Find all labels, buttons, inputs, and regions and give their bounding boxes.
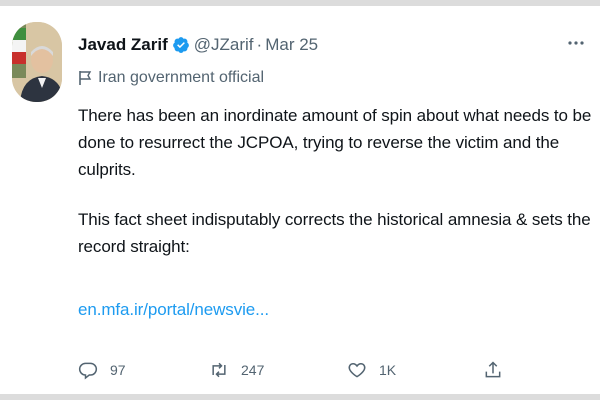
reply-icon xyxy=(78,362,98,380)
account-label[interactable]: Iran government official xyxy=(78,69,264,87)
government-flag-icon xyxy=(78,70,92,86)
retweet-icon xyxy=(212,362,226,378)
like-count: 1K xyxy=(379,362,397,378)
author-name[interactable]: Javad Zarif xyxy=(78,35,168,55)
avatar-image xyxy=(12,22,62,102)
tweet-actions: 97 247 1K xyxy=(78,360,508,386)
separator-dot: · xyxy=(256,35,263,54)
tweet-date[interactable]: Mar 25 xyxy=(265,35,318,55)
avatar[interactable] xyxy=(12,22,62,102)
share-icon xyxy=(485,361,501,378)
tweet-card: Javad Zarif @JZarif · Mar 25 Iran govern… xyxy=(0,0,600,400)
heart-icon xyxy=(348,362,366,378)
tweet-paragraph-1: There has been an inordinate amount of s… xyxy=(78,106,592,179)
share-button[interactable] xyxy=(483,360,515,380)
like-button[interactable]: 1K xyxy=(347,360,396,380)
tweet-paragraph-2: This fact sheet indisputably corrects th… xyxy=(78,210,591,256)
tweet-link[interactable]: en.mfa.ir/portal/newsvie... xyxy=(78,296,269,323)
verified-badge-icon xyxy=(172,36,190,54)
reply-count: 97 xyxy=(110,362,126,378)
tweet-header: Javad Zarif @JZarif · Mar 25 xyxy=(78,33,318,57)
retweet-count: 247 xyxy=(241,362,265,378)
reply-button[interactable]: 97 xyxy=(78,360,126,380)
more-options-icon[interactable] xyxy=(566,36,586,50)
retweet-button[interactable]: 247 xyxy=(209,360,264,380)
author-handle[interactable]: @JZarif xyxy=(194,35,254,55)
account-label-text: Iran government official xyxy=(98,69,265,86)
